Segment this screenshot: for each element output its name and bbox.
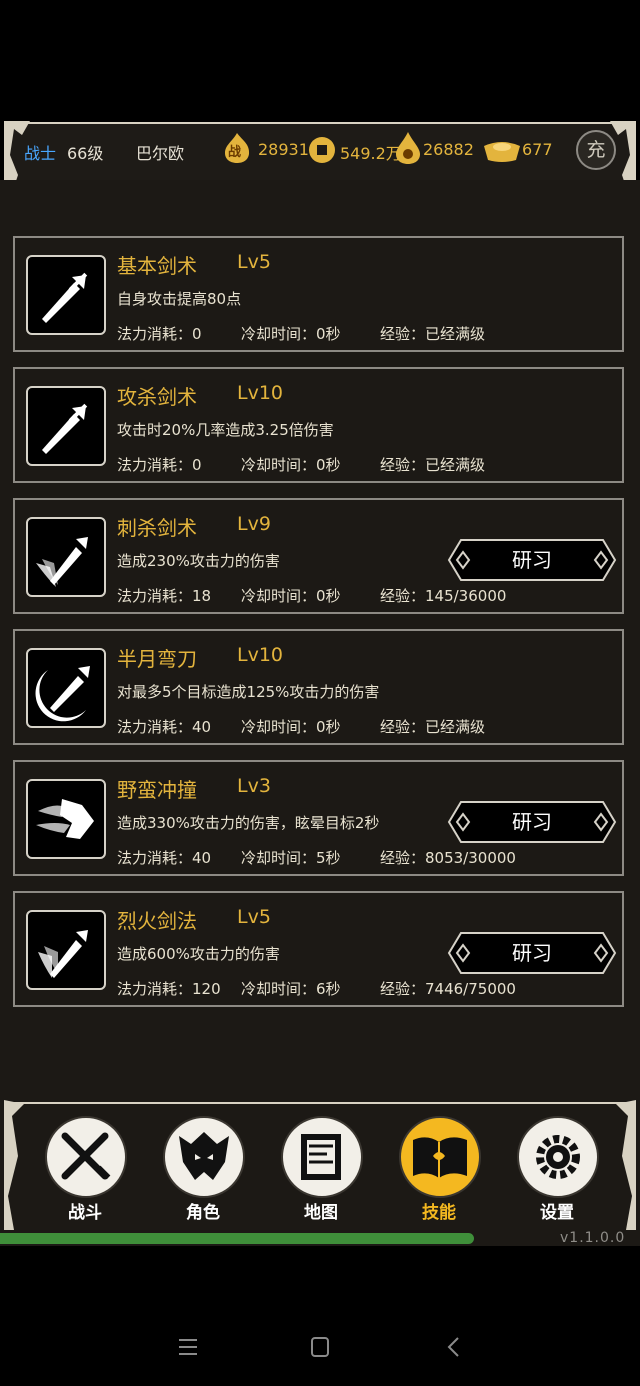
menu-icon[interactable] (176, 1336, 200, 1358)
map-scroll-icon (281, 1116, 363, 1198)
nav-character-label: 角色 (186, 1203, 220, 1223)
mana-cost: 法力消耗：0 (117, 325, 202, 343)
nav-right-ornament (616, 1100, 636, 1230)
cooldown: 冷却时间：0秒 (241, 718, 341, 736)
cooldown: 冷却时间：0秒 (241, 456, 341, 474)
skill-level: Lv10 (237, 644, 284, 666)
skill-name: 刺杀剑术 (117, 516, 197, 540)
mana-cost: 法力消耗：0 (117, 456, 202, 474)
ingot-value: 677 (522, 140, 553, 159)
combat-power-value: 28931 (258, 140, 309, 159)
experience: 经验：已经满级 (380, 456, 486, 474)
combat-power-badge: 战 (228, 145, 242, 160)
class-label: 战士 (24, 144, 57, 163)
experience: 经验：8053/30000 (380, 849, 516, 867)
progress-fill (0, 1233, 474, 1244)
experience: 经验：已经满级 (380, 718, 486, 736)
cooldown: 冷却时间：0秒 (241, 587, 341, 605)
nav-map-label: 地图 (304, 1203, 338, 1223)
mana-cost: 法力消耗：40 (117, 849, 212, 867)
sword-icon (26, 386, 106, 466)
nav-battle-label: 战斗 (68, 1203, 102, 1223)
skill-card-half-moon: 半月弯刀 Lv10 对最多5个目标造成125%攻击力的伤害 法力消耗：40 冷却… (13, 629, 624, 745)
gear-icon (517, 1116, 599, 1198)
experience: 经验：7446/75000 (380, 980, 516, 998)
skill-level: Lv9 (237, 513, 271, 535)
skill-card-savage-charge: 野蛮冲撞 Lv3 造成330%攻击力的伤害，眩晕目标2秒 法力消耗：40 冷却时… (13, 760, 624, 876)
research-button[interactable]: 研习 (447, 931, 617, 975)
cooldown: 冷却时间：6秒 (241, 980, 341, 998)
nav-divider (10, 1102, 630, 1104)
gem-icon (396, 132, 420, 164)
skill-description: 自身攻击提高80点 (117, 290, 242, 308)
cooldown: 冷却时间：5秒 (241, 849, 341, 867)
research-label: 研习 (512, 810, 552, 834)
skill-description: 攻击时20%几率造成3.25倍伤害 (117, 421, 334, 439)
combat-power-icon: 战 (222, 132, 252, 164)
skill-name: 基本剑术 (117, 254, 197, 278)
level-label: 66级 (67, 144, 104, 163)
spellbook-icon (399, 1116, 481, 1198)
research-label: 研习 (512, 548, 552, 572)
cooldown: 冷却时间：0秒 (241, 325, 341, 343)
skill-level: Lv5 (237, 251, 271, 273)
research-button[interactable]: 研习 (447, 800, 617, 844)
skill-name: 烈火剑法 (117, 909, 197, 933)
nav-map[interactable]: 地图 (281, 1116, 363, 1223)
version-label: v1.1.0.0 (560, 1230, 626, 1246)
skill-card-basic-swordplay: 基本剑术 Lv5 自身攻击提高80点 法力消耗：0 冷却时间：0秒 经验：已经满… (13, 236, 624, 352)
nav-settings-label: 设置 (540, 1203, 574, 1223)
skill-name: 野蛮冲撞 (117, 778, 197, 802)
player-name: 巴尔欧 (136, 144, 185, 163)
coin-icon (309, 137, 335, 163)
nav-skills-label: 技能 (422, 1203, 456, 1223)
skill-card-flame-sword: 烈火剑法 Lv5 造成600%攻击力的伤害 法力消耗：120 冷却时间：6秒 经… (13, 891, 624, 1007)
experience: 经验：已经满级 (380, 325, 486, 343)
nav-skills[interactable]: 技能 (399, 1116, 481, 1223)
nav-settings[interactable]: 设置 (517, 1116, 599, 1223)
home-icon[interactable] (308, 1336, 332, 1358)
crossed-swords-icon (45, 1116, 127, 1198)
skill-name: 半月弯刀 (117, 647, 197, 671)
recharge-button[interactable]: 充 (576, 130, 616, 170)
skill-level: Lv10 (237, 382, 284, 404)
research-button[interactable]: 研习 (447, 538, 617, 582)
experience: 经验：145/36000 (380, 587, 507, 605)
flame-sword-icon (26, 910, 106, 990)
skill-card-attack-kill: 攻杀剑术 Lv10 攻击时20%几率造成3.25倍伤害 法力消耗：0 冷却时间：… (13, 367, 624, 483)
sword-icon (26, 255, 106, 335)
skill-description: 造成330%攻击力的伤害，眩晕目标2秒 (117, 814, 380, 832)
skill-description: 造成600%攻击力的伤害 (117, 945, 280, 963)
skill-name: 攻杀剑术 (117, 385, 197, 409)
nav-left-ornament (4, 1100, 24, 1230)
skill-card-thrust: 刺杀剑术 Lv9 造成230%攻击力的伤害 法力消耗：18 冷却时间：0秒 经验… (13, 498, 624, 614)
ingot-icon (484, 142, 520, 162)
helmet-icon (163, 1116, 245, 1198)
back-icon[interactable] (442, 1336, 466, 1358)
gem-value: 26882 (423, 140, 474, 159)
skill-level: Lv5 (237, 906, 271, 928)
mana-cost: 法力消耗：120 (117, 980, 221, 998)
skill-level: Lv3 (237, 775, 271, 797)
thrust-icon (26, 517, 106, 597)
skill-description: 对最多5个目标造成125%攻击力的伤害 (117, 683, 380, 701)
charge-icon (26, 779, 106, 859)
nav-battle[interactable]: 战斗 (45, 1116, 127, 1223)
research-label: 研习 (512, 941, 552, 965)
mana-cost: 法力消耗：40 (117, 718, 212, 736)
skill-description: 造成230%攻击力的伤害 (117, 552, 280, 570)
coin-value: 549.2万 (340, 144, 402, 163)
mana-cost: 法力消耗：18 (117, 587, 212, 605)
nav-character[interactable]: 角色 (163, 1116, 245, 1223)
crescent-blade-icon (26, 648, 106, 728)
